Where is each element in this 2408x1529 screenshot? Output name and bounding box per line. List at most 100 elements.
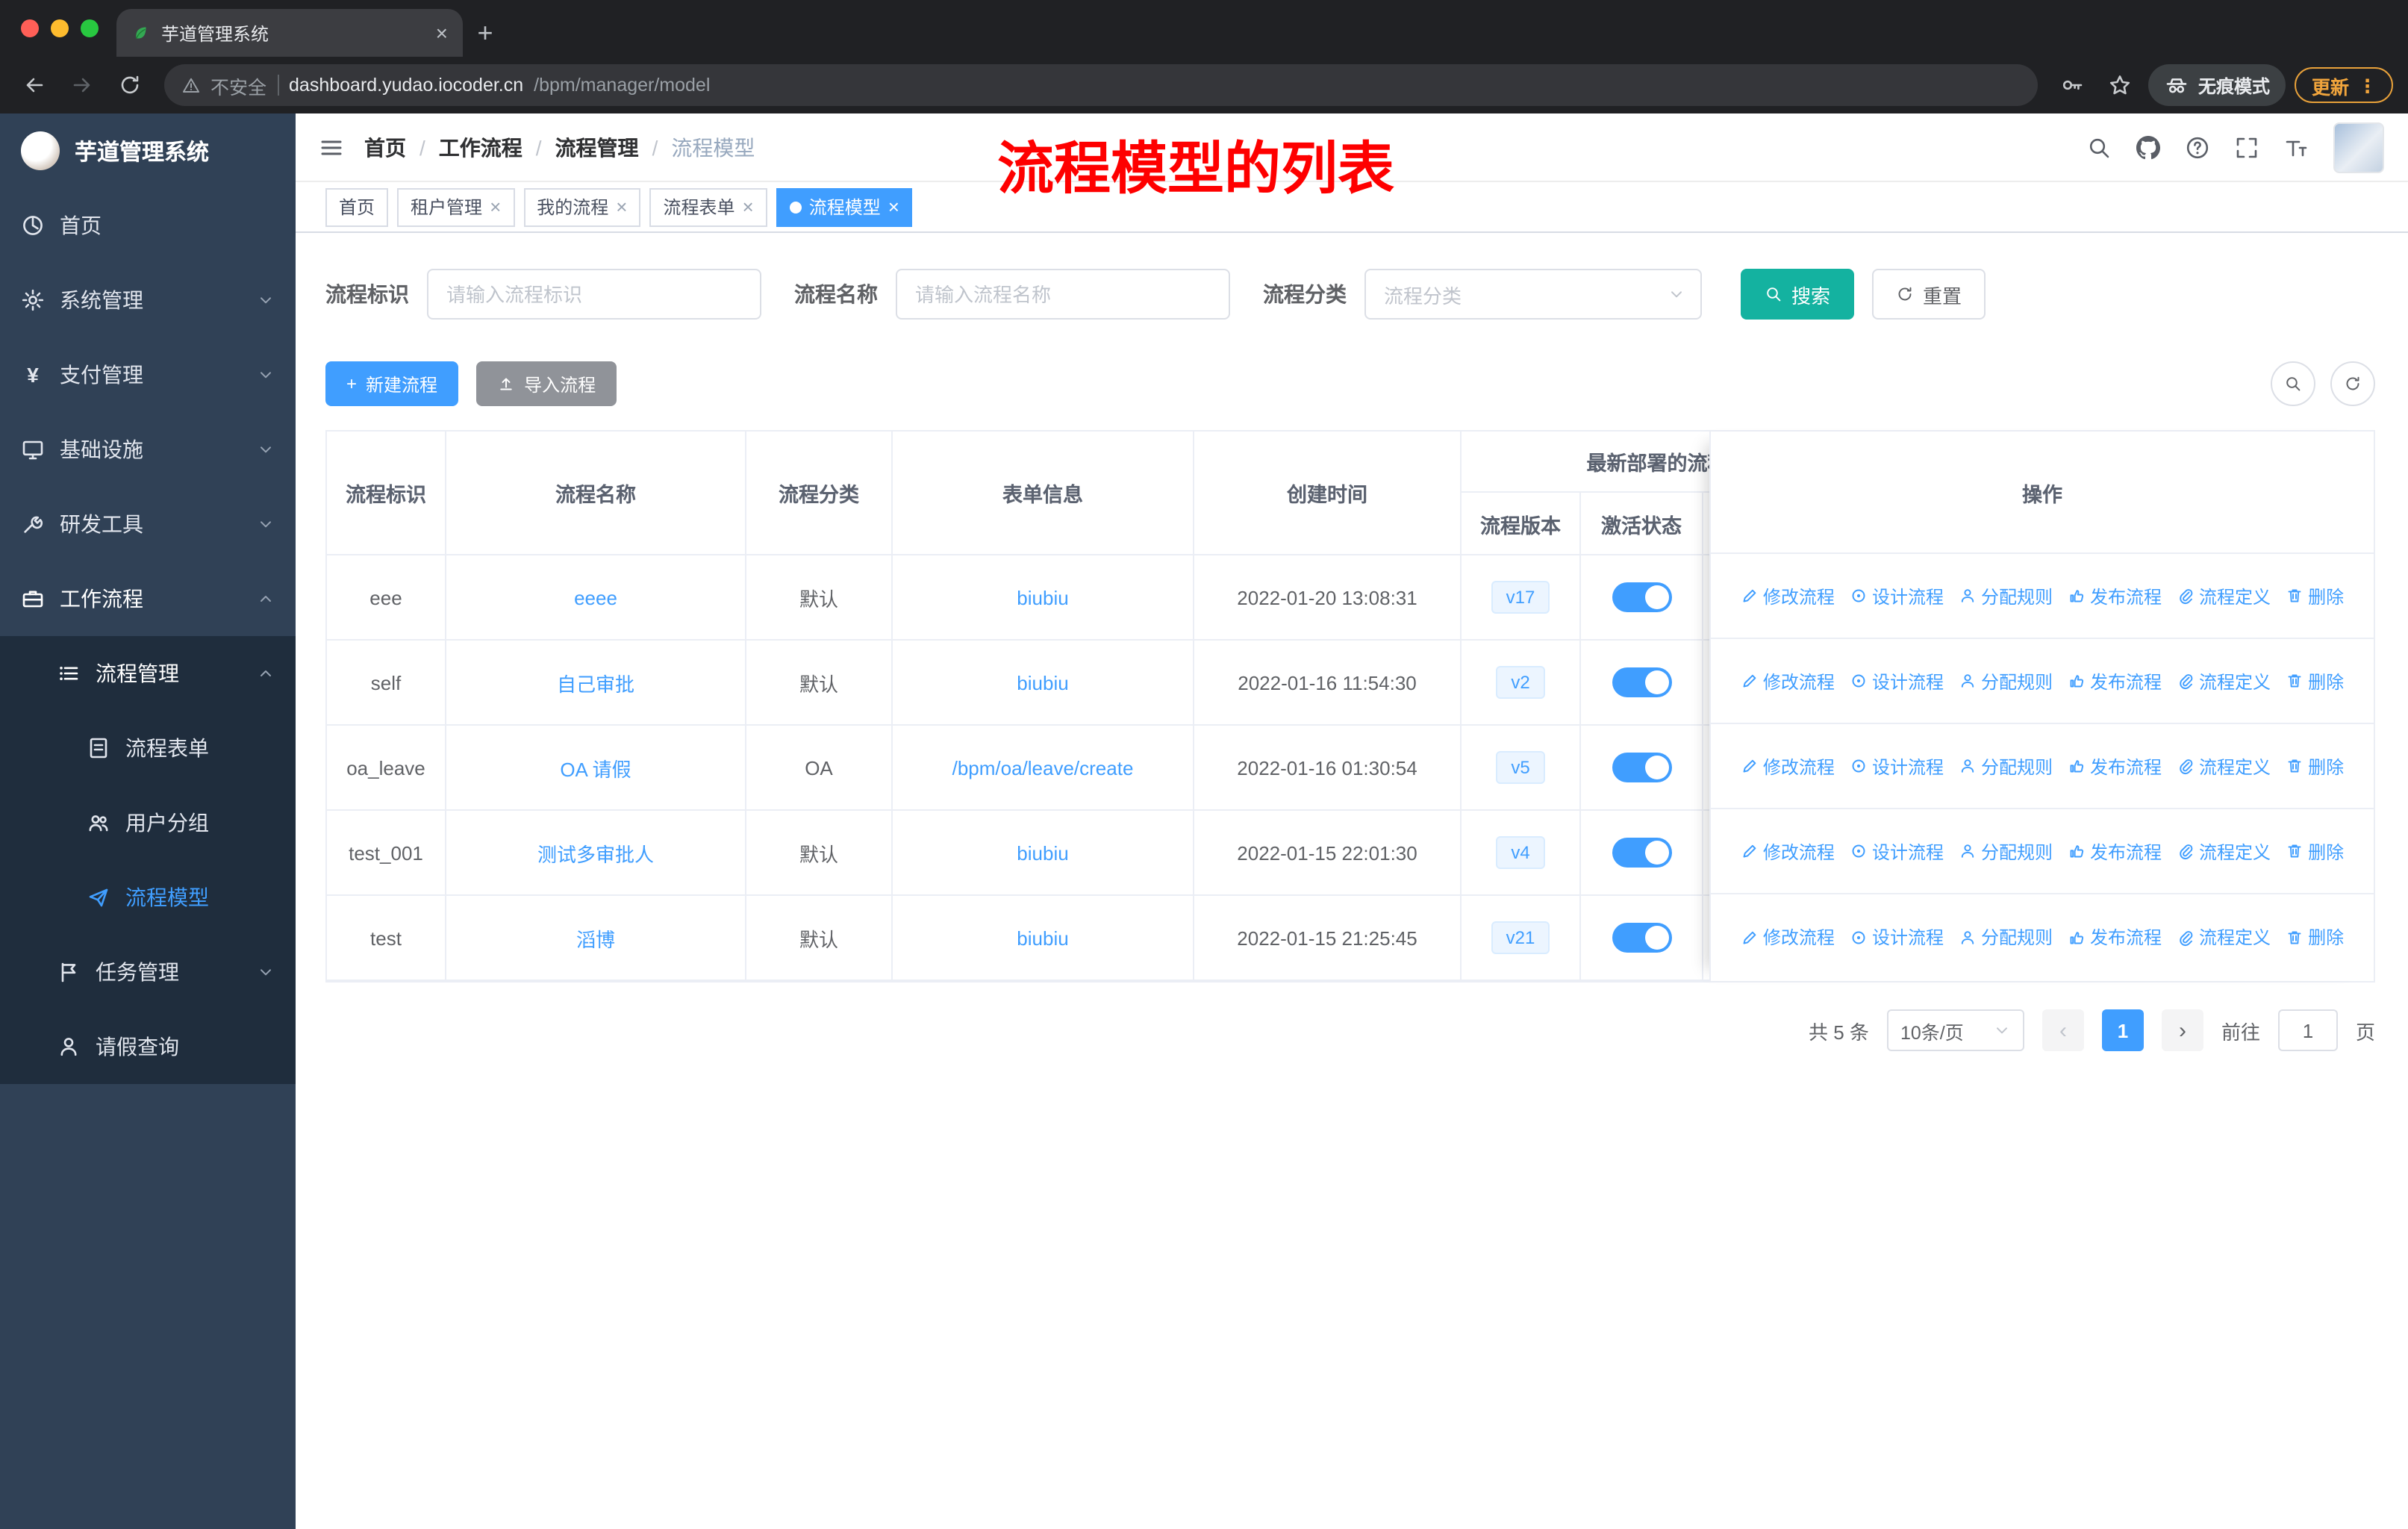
refresh-table-button[interactable] [2330,361,2375,406]
process-definition-link[interactable]: 流程定义 [2177,924,2271,950]
tab-close-icon[interactable]: × [436,22,448,43]
breadcrumb-process-mgmt[interactable]: 流程管理 [555,132,639,162]
browser-tab[interactable]: 芋道管理系统 × [116,9,463,57]
process-definition-link[interactable]: 流程定义 [2177,583,2271,608]
active-toggle[interactable] [1612,753,1671,782]
sidebar-item-process-model[interactable]: 流程模型 [0,860,296,935]
sidebar-item-payment[interactable]: ¥ 支付管理 [0,337,296,412]
import-process-button[interactable]: 导入流程 [476,361,617,406]
bookmark-star-icon[interactable] [2101,66,2140,105]
design-process-link[interactable]: 设计流程 [1850,668,1944,694]
form-info-link[interactable]: /bpm/oa/leave/create [952,756,1134,779]
delete-link[interactable]: 删除 [2286,583,2344,608]
reload-button[interactable] [110,66,149,105]
form-info-link[interactable]: biubiu [1017,586,1068,608]
active-toggle[interactable] [1612,667,1671,697]
process-category-select[interactable]: 流程分类 [1364,269,1702,320]
sidebar-item-user-group[interactable]: 用户分组 [0,785,296,860]
close-window-button[interactable] [21,19,39,37]
search-button[interactable]: 搜索 [1741,269,1855,320]
form-info-link[interactable]: biubiu [1017,671,1068,694]
back-button[interactable] [15,66,54,105]
active-toggle[interactable] [1612,838,1671,868]
process-name-link[interactable]: 滔博 [576,924,615,952]
process-id-input[interactable] [427,269,761,320]
active-toggle[interactable] [1612,923,1671,953]
sidebar-item-devtools[interactable]: 研发工具 [0,487,296,561]
delete-link[interactable]: 删除 [2286,924,2344,950]
design-process-link[interactable]: 设计流程 [1850,924,1944,950]
modify-process-link[interactable]: 修改流程 [1741,753,1835,779]
design-process-link[interactable]: 设计流程 [1850,753,1944,779]
prev-page-button[interactable]: ‹ [2042,1009,2084,1051]
incognito-badge[interactable]: 无痕模式 [2148,64,2286,106]
assign-rule-link[interactable]: 分配规则 [1959,924,2053,950]
modify-process-link[interactable]: 修改流程 [1741,924,1835,950]
publish-process-link[interactable]: 发布流程 [2068,668,2162,694]
hamburger-icon[interactable] [319,135,343,159]
tag-process-model[interactable]: 流程模型 × [776,187,913,226]
help-icon[interactable] [2186,135,2209,159]
current-page-button[interactable]: 1 [2101,1009,2144,1051]
font-size-icon[interactable] [2284,135,2308,159]
publish-process-link[interactable]: 发布流程 [2068,583,2162,608]
process-definition-link[interactable]: 流程定义 [2177,668,2271,694]
sidebar-item-process-form[interactable]: 流程表单 [0,711,296,785]
password-key-icon[interactable] [2053,66,2092,105]
version-badge[interactable]: v21 [1491,921,1550,954]
process-name-link[interactable]: eeee [574,586,617,608]
publish-process-link[interactable]: 发布流程 [2068,753,2162,779]
create-process-button[interactable]: + 新建流程 [325,361,459,406]
page-size-select[interactable]: 10条/页 [1886,1009,2024,1051]
version-badge[interactable]: v2 [1496,666,1545,699]
tag-close-icon[interactable]: × [888,197,899,217]
tag-close-icon[interactable]: × [616,197,627,217]
sidebar-item-home[interactable]: 首页 [0,188,296,263]
tag-tenant[interactable]: 租户管理 × [397,187,515,226]
process-definition-link[interactable]: 流程定义 [2177,838,2271,864]
active-toggle[interactable] [1612,582,1671,612]
process-name-input[interactable] [896,269,1230,320]
show-search-button[interactable] [2271,361,2315,406]
sidebar-item-workflow[interactable]: 工作流程 [0,561,296,636]
maximize-window-button[interactable] [81,19,99,37]
minimize-window-button[interactable] [51,19,69,37]
user-avatar[interactable] [2333,122,2384,172]
delete-link[interactable]: 删除 [2286,668,2344,694]
sidebar-item-process-mgmt[interactable]: 流程管理 [0,636,296,711]
address-bar[interactable]: 不安全 dashboard.yudao.iocoder.cn/bpm/manag… [164,64,2039,106]
sidebar-item-system[interactable]: 系统管理 [0,263,296,337]
breadcrumb-workflow[interactable]: 工作流程 [439,132,523,162]
tag-close-icon[interactable]: × [490,197,501,217]
form-info-link[interactable]: biubiu [1017,927,1068,949]
sidebar-item-leave-query[interactable]: 请假查询 [0,1009,296,1084]
process-name-link[interactable]: 自己审批 [557,668,634,697]
design-process-link[interactable]: 设计流程 [1850,583,1944,608]
modify-process-link[interactable]: 修改流程 [1741,838,1835,864]
delete-link[interactable]: 删除 [2286,753,2344,779]
process-name-link[interactable]: 测试多审批人 [537,838,654,867]
breadcrumb-home[interactable]: 首页 [364,132,406,162]
browser-menu-icon[interactable]: ⋮ [2358,74,2377,96]
new-tab-button[interactable]: + [463,10,508,55]
tag-my-process[interactable]: 我的流程 × [523,187,641,226]
assign-rule-link[interactable]: 分配规则 [1959,668,2053,694]
design-process-link[interactable]: 设计流程 [1850,838,1944,864]
sidebar-item-task-mgmt[interactable]: 任务管理 [0,935,296,1009]
version-badge[interactable]: v4 [1496,836,1545,869]
fullscreen-icon[interactable] [2235,135,2259,159]
version-badge[interactable]: v17 [1491,581,1550,614]
sidebar-item-infra[interactable]: 基础设施 [0,412,296,487]
process-name-link[interactable]: OA 请假 [560,753,631,782]
tag-close-icon[interactable]: × [743,197,754,217]
goto-page-input[interactable] [2277,1009,2338,1051]
assign-rule-link[interactable]: 分配规则 [1959,838,2053,864]
tag-process-form[interactable]: 流程表单 × [649,187,767,226]
next-page-button[interactable]: › [2161,1009,2203,1051]
browser-update-button[interactable]: 更新 ⋮ [2295,67,2393,103]
sidebar-logo[interactable]: 芋道管理系统 [0,113,296,188]
modify-process-link[interactable]: 修改流程 [1741,583,1835,608]
forward-button[interactable] [63,66,102,105]
form-info-link[interactable]: biubiu [1017,841,1068,864]
assign-rule-link[interactable]: 分配规则 [1959,753,2053,779]
